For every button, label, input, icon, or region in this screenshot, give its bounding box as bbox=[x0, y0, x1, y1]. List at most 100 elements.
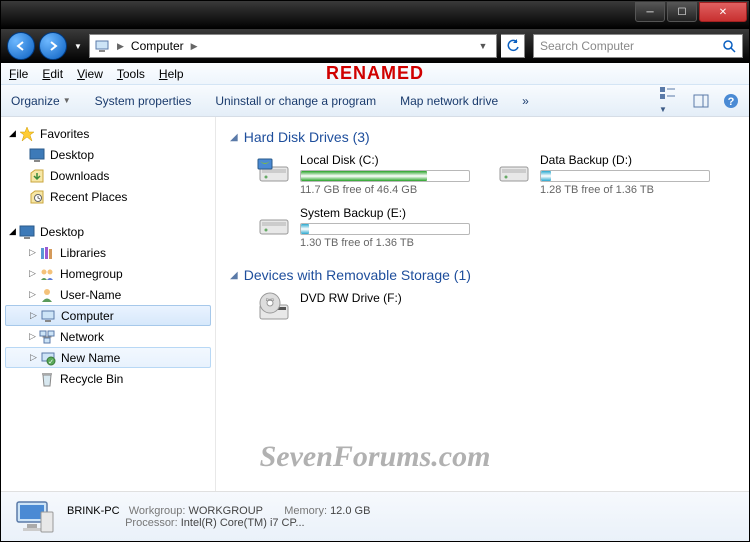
drive-free-space: 11.7 GB free of 46.4 GB bbox=[300, 184, 476, 196]
dvd-drive-icon: DVD bbox=[256, 291, 292, 327]
drive-item[interactable]: Local Disk (C:) 11.7 GB free of 46.4 GB bbox=[256, 153, 476, 196]
uninstall-button[interactable]: Uninstall or change a program bbox=[215, 94, 376, 108]
drive-capacity-bar bbox=[540, 170, 710, 182]
breadcrumb-computer[interactable]: Computer bbox=[131, 39, 184, 53]
sidebar-item-recent[interactable]: Recent Places bbox=[1, 186, 215, 207]
drive-name: System Backup (E:) bbox=[300, 206, 476, 220]
drive-name: Local Disk (C:) bbox=[300, 153, 476, 167]
svg-text:DVD: DVD bbox=[266, 297, 275, 302]
expand-icon[interactable]: ▷ bbox=[29, 331, 39, 342]
expand-icon[interactable]: ▷ bbox=[29, 289, 39, 300]
section-header-hdd[interactable]: ◢ Hard Disk Drives (3) bbox=[230, 129, 735, 145]
sidebar-item-desktop[interactable]: Desktop bbox=[1, 144, 215, 165]
drive-capacity-bar bbox=[300, 170, 470, 182]
search-icon bbox=[722, 39, 736, 53]
star-icon bbox=[19, 126, 35, 142]
preview-pane-button[interactable] bbox=[693, 94, 709, 108]
more-button[interactable]: » bbox=[522, 94, 529, 108]
menu-view[interactable]: View bbox=[77, 67, 103, 81]
drive-free-space: 1.30 TB free of 1.36 TB bbox=[300, 237, 476, 249]
expand-icon[interactable]: ▷ bbox=[29, 247, 39, 258]
sidebar-item-computer[interactable]: ▷Computer bbox=[5, 305, 211, 326]
details-pane: BRINK-PC Workgroup: WORKGROUP Memory: 12… bbox=[1, 491, 749, 541]
computer-icon bbox=[94, 38, 110, 54]
status-computer-name: BRINK-PC bbox=[67, 505, 120, 517]
annotation-renamed: RENAMED bbox=[326, 63, 424, 84]
sidebar-item-recycle-bin[interactable]: Recycle Bin bbox=[1, 368, 215, 389]
recent-places-icon bbox=[29, 189, 45, 205]
sidebar-item-new-name[interactable]: ▷✓New Name bbox=[5, 347, 211, 368]
drive-name: Data Backup (D:) bbox=[540, 153, 716, 167]
desktop-icon bbox=[19, 224, 35, 240]
drive-capacity-bar bbox=[300, 223, 470, 235]
forward-button[interactable] bbox=[39, 32, 67, 60]
maximize-button[interactable]: ☐ bbox=[667, 2, 697, 22]
sidebar-favorites[interactable]: ◢ Favorites bbox=[1, 123, 215, 144]
menu-bar: File Edit View Tools Help RENAMED bbox=[1, 63, 749, 85]
section-header-removable[interactable]: ◢ Devices with Removable Storage (1) bbox=[230, 267, 735, 283]
titlebar: ─ ☐ ✕ bbox=[1, 1, 749, 29]
drive-icon bbox=[496, 153, 532, 189]
sidebar-item-username[interactable]: ▷User-Name bbox=[1, 284, 215, 305]
history-dropdown[interactable]: ▼ bbox=[71, 33, 85, 59]
menu-help[interactable]: Help bbox=[159, 67, 184, 81]
recycle-bin-icon bbox=[39, 371, 55, 387]
arrow-right-icon bbox=[47, 40, 59, 52]
sidebar-item-network[interactable]: ▷Network bbox=[1, 326, 215, 347]
help-button[interactable]: ? bbox=[723, 93, 739, 109]
libraries-icon bbox=[39, 245, 55, 261]
homegroup-icon bbox=[39, 266, 55, 282]
network-icon bbox=[39, 329, 55, 345]
search-placeholder: Search Computer bbox=[540, 39, 634, 53]
map-drive-button[interactable]: Map network drive bbox=[400, 94, 498, 108]
organize-button[interactable]: Organize ▼ bbox=[11, 94, 71, 108]
menu-tools[interactable]: Tools bbox=[117, 67, 145, 81]
drive-icon bbox=[256, 206, 292, 242]
drive-icon bbox=[256, 153, 292, 189]
drive-item[interactable]: DVD DVD RW Drive (F:) bbox=[256, 291, 476, 327]
downloads-icon bbox=[29, 168, 45, 184]
collapse-icon: ◢ bbox=[230, 132, 238, 143]
desktop-icon bbox=[29, 147, 45, 163]
sidebar-item-downloads[interactable]: Downloads bbox=[1, 165, 215, 186]
address-bar[interactable]: ▶ Computer ▶ ▼ bbox=[89, 34, 497, 58]
svg-text:?: ? bbox=[728, 96, 735, 108]
content-pane: ◢ Hard Disk Drives (3) Local Disk (C:) 11… bbox=[216, 117, 749, 491]
sidebar-item-libraries[interactable]: ▷Libraries bbox=[1, 242, 215, 263]
drive-item[interactable]: Data Backup (D:) 1.28 TB free of 1.36 TB bbox=[496, 153, 716, 196]
menu-file[interactable]: File bbox=[9, 67, 28, 81]
collapse-icon[interactable]: ◢ bbox=[9, 128, 19, 139]
user-icon bbox=[39, 287, 55, 303]
chevron-right-icon: ▶ bbox=[188, 41, 201, 52]
search-input[interactable]: Search Computer bbox=[533, 34, 743, 58]
sidebar-desktop[interactable]: ◢ Desktop bbox=[1, 221, 215, 242]
navigation-pane: ◢ Favorites Desktop Downloads Recent Pla… bbox=[1, 117, 216, 491]
svg-text:✓: ✓ bbox=[48, 359, 54, 366]
tiles-view-icon bbox=[659, 86, 679, 100]
expand-icon[interactable]: ▷ bbox=[30, 352, 40, 363]
explorer-window: ─ ☐ ✕ ▼ ▶ Computer ▶ ▼ Search Computer bbox=[0, 0, 750, 542]
computer-icon bbox=[40, 308, 56, 324]
menu-edit[interactable]: Edit bbox=[42, 67, 63, 81]
drive-free-space: 1.28 TB free of 1.36 TB bbox=[540, 184, 716, 196]
back-button[interactable] bbox=[7, 32, 35, 60]
collapse-icon: ◢ bbox=[230, 270, 238, 281]
computer-large-icon bbox=[13, 498, 55, 536]
command-bar: Organize ▼ System properties Uninstall o… bbox=[1, 85, 749, 117]
sidebar-item-homegroup[interactable]: ▷Homegroup bbox=[1, 263, 215, 284]
drive-name: DVD RW Drive (F:) bbox=[300, 291, 476, 305]
expand-icon[interactable]: ▷ bbox=[30, 310, 40, 321]
minimize-button[interactable]: ─ bbox=[635, 2, 665, 22]
view-mode-button[interactable]: ▼ bbox=[659, 86, 679, 115]
chevron-right-icon: ▶ bbox=[114, 41, 127, 52]
arrow-left-icon bbox=[15, 40, 27, 52]
refresh-icon bbox=[506, 39, 520, 53]
drive-item[interactable]: System Backup (E:) 1.30 TB free of 1.36 T… bbox=[256, 206, 476, 249]
collapse-icon[interactable]: ◢ bbox=[9, 226, 19, 237]
close-button[interactable]: ✕ bbox=[699, 2, 747, 22]
refresh-button[interactable] bbox=[501, 34, 525, 58]
preview-pane-icon bbox=[693, 94, 709, 108]
address-dropdown[interactable]: ▼ bbox=[474, 41, 492, 51]
expand-icon[interactable]: ▷ bbox=[29, 268, 39, 279]
system-properties-button[interactable]: System properties bbox=[95, 94, 192, 108]
